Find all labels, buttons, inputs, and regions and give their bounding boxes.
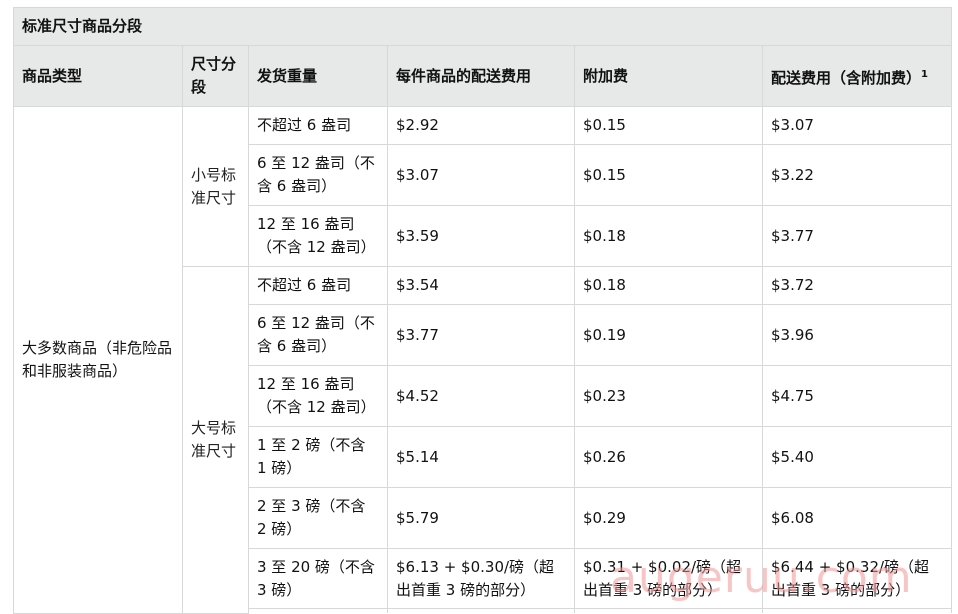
- surcharge-cell: $0.29: [574, 487, 763, 549]
- header-product-type: 商品类型: [13, 45, 183, 107]
- weight-cell: 6 至 12 盎司（不含 6 盎司）: [248, 304, 388, 366]
- fee-cell: $4.52: [387, 365, 575, 427]
- weight-cell: 不超过 6 盎司: [248, 106, 388, 145]
- total-cell: $3.22: [761, 144, 953, 206]
- header-total-fee-label: 配送费用（含附加费）: [771, 68, 922, 87]
- weight-cell: 6 至 12 盎司（不含 6 盎司）: [248, 144, 388, 206]
- fee-cell: $5.79: [387, 487, 575, 549]
- weight-cell: 3 至 20 磅（不含 3 磅）: [248, 548, 388, 609]
- fee-cell: $6.13 + $0.30/磅（超出首重 3 磅的部分）: [387, 548, 575, 609]
- fee-cell: $3.59: [387, 205, 575, 267]
- header-total-fee: 配送费用（含附加费）1: [761, 45, 953, 107]
- surcharge-cell: $0.31 + $0.02/磅（超出首重 3 磅的部分）: [574, 548, 763, 609]
- weight-cell: 不超过 6 盎司: [248, 266, 388, 305]
- header-fee-per-unit: 每件商品的配送费用: [387, 45, 575, 107]
- segment-small-standard: 小号标准尺寸: [182, 106, 249, 267]
- total-cell: $3.07: [761, 106, 953, 145]
- header-surcharge: 附加费: [574, 45, 763, 107]
- surcharge-cell: $0.15: [574, 144, 763, 206]
- fee-cell: $3.07: [387, 144, 575, 206]
- table-title: 标准尺寸商品分段: [12, 7, 953, 46]
- fee-cell: $5.14: [387, 426, 575, 488]
- header-size-segment: 尺寸分段: [182, 45, 249, 107]
- fee-cell: $3.54: [387, 266, 575, 305]
- segment-large-standard: 大号标准尺寸: [182, 266, 249, 614]
- surcharge-cell: $0.19: [574, 304, 763, 366]
- weight-cell: 1 至 2 磅（不含 1 磅）: [248, 426, 388, 488]
- footnote-marker: 1: [921, 68, 928, 80]
- surcharge-cell: $0.18: [574, 205, 763, 267]
- weight-cell: 12 至 16 盎司（不含 12 盎司）: [248, 205, 388, 267]
- total-cell: $5.40: [761, 426, 953, 488]
- fee-cell: $2.92: [387, 106, 575, 145]
- surcharge-cell: $0.23: [574, 365, 763, 427]
- table-title-row: 标准尺寸商品分段: [12, 7, 953, 46]
- fee-cell: $3.77: [387, 304, 575, 366]
- surcharge-cell: $0.26: [574, 426, 763, 488]
- stub-cell: [248, 608, 388, 613]
- total-cell: $3.96: [761, 304, 953, 366]
- weight-cell: 2 至 3 磅（不含 2 磅）: [248, 487, 388, 549]
- table-row: 大多数商品（非危险品和非服装商品） 小号标准尺寸 不超过 6 盎司 $2.92 …: [13, 106, 953, 614]
- stub-cell: [761, 608, 953, 613]
- total-cell: $3.77: [761, 205, 953, 267]
- total-cell: $3.72: [761, 266, 953, 305]
- weight-cell: 12 至 16 盎司（不含 12 盎司）: [248, 365, 388, 427]
- fee-table-container: 标准尺寸商品分段 商品类型 尺寸分段 发货重量 每件商品的配送费用 附加费 配送…: [12, 7, 953, 614]
- stub-cell: [574, 608, 763, 613]
- product-type-cell: 大多数商品（非危险品和非服装商品）: [13, 106, 183, 614]
- surcharge-cell: $0.15: [574, 106, 763, 145]
- total-cell: $6.44 + $0.32/磅（超出首重 3 磅的部分）: [761, 548, 953, 609]
- stub-cell: [387, 608, 575, 613]
- surcharge-cell: $0.18: [574, 266, 763, 305]
- header-row: 商品类型 尺寸分段 发货重量 每件商品的配送费用 附加费 配送费用（含附加费）1: [13, 45, 953, 107]
- total-cell: $6.08: [761, 487, 953, 549]
- header-shipping-weight: 发货重量: [248, 45, 388, 107]
- total-cell: $4.75: [761, 365, 953, 427]
- fee-table: 标准尺寸商品分段 商品类型 尺寸分段 发货重量 每件商品的配送费用 附加费 配送…: [12, 7, 953, 614]
